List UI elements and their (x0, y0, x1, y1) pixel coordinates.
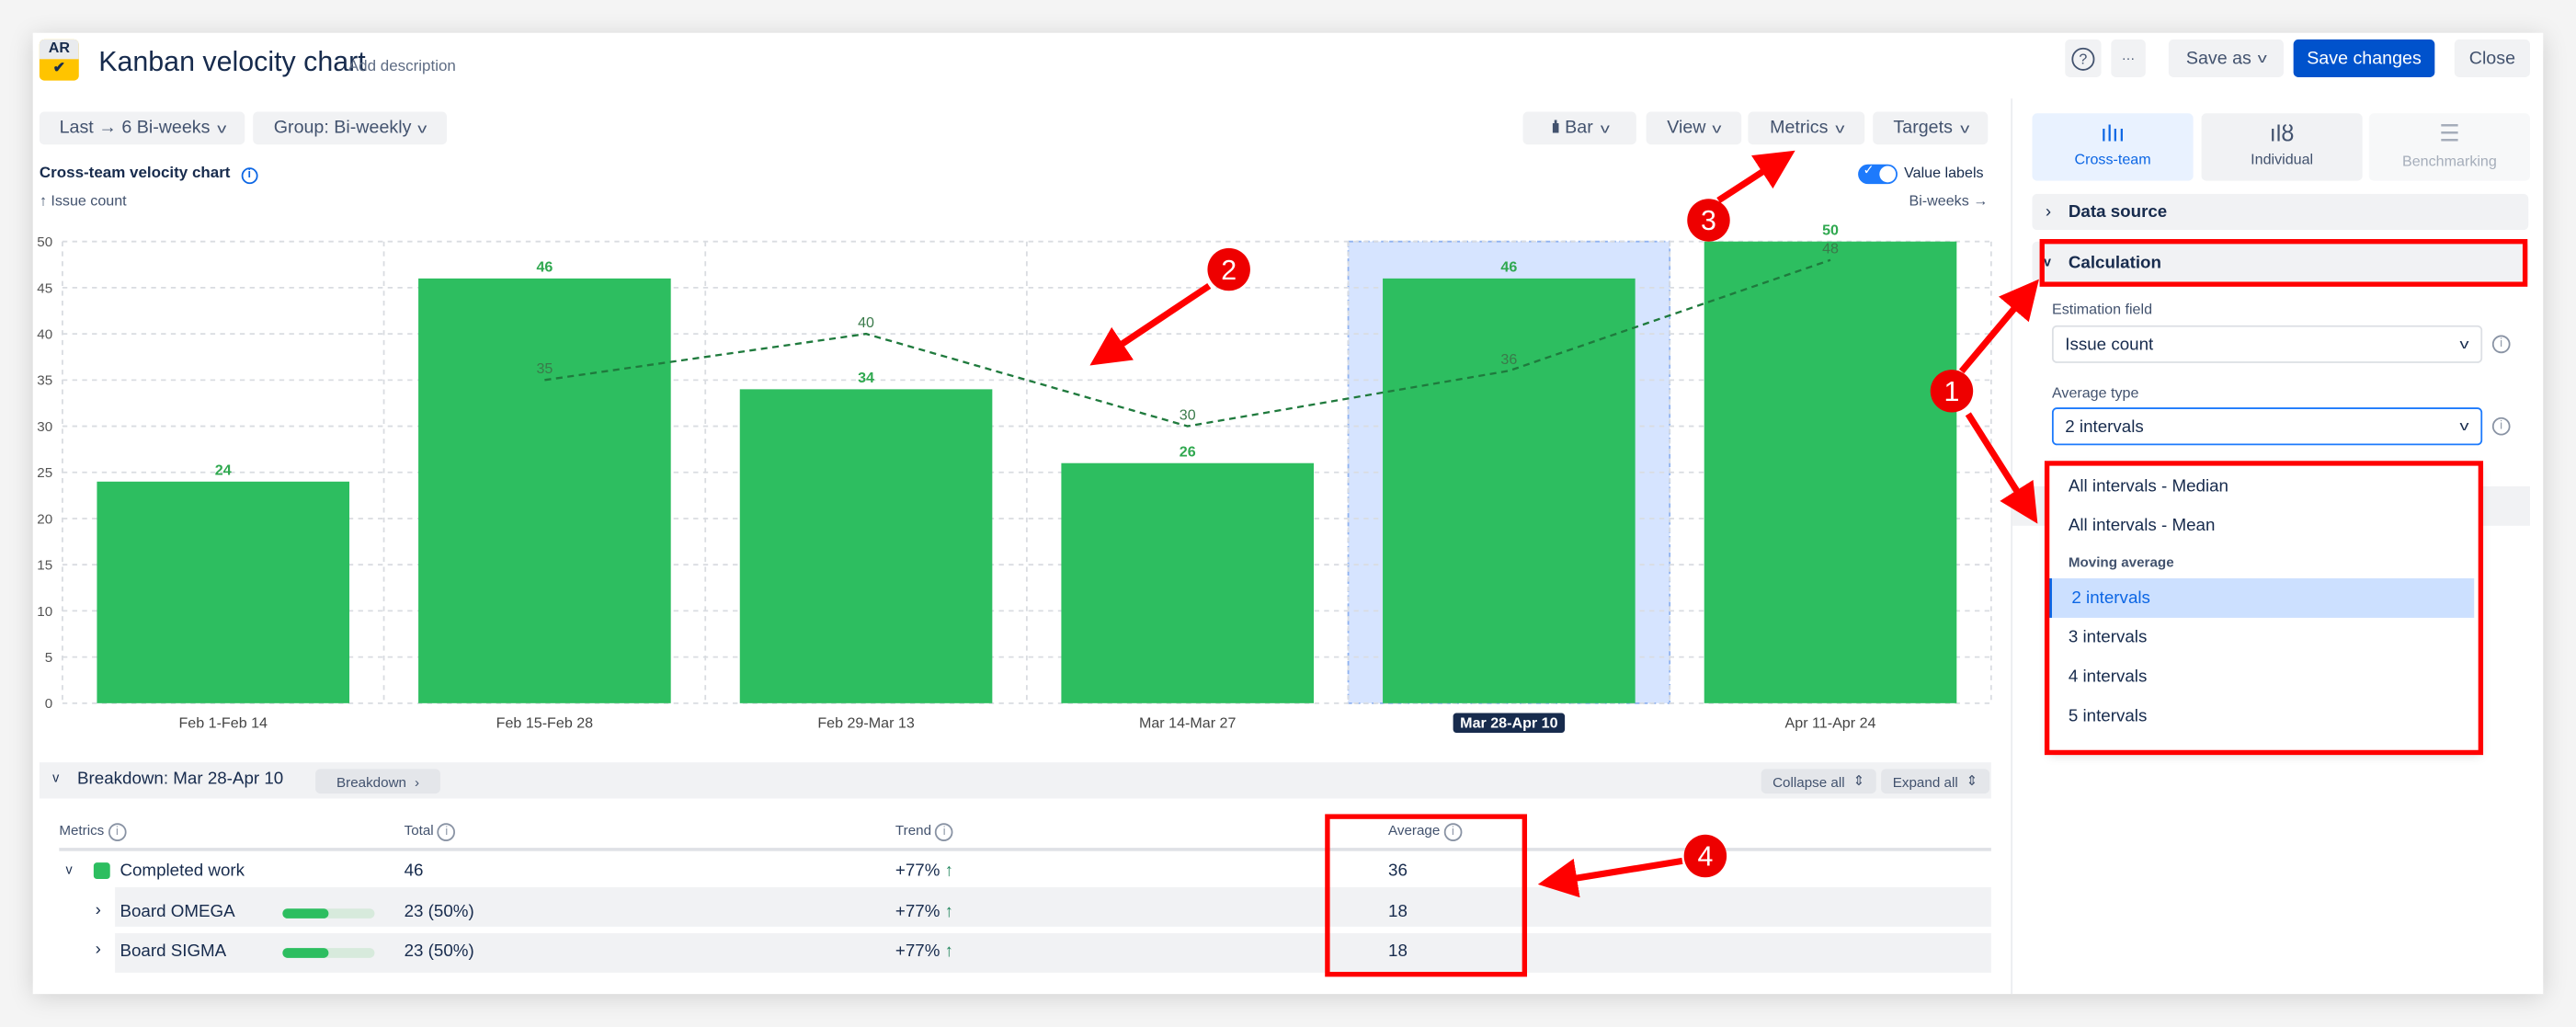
annotation-arrow (1551, 861, 1682, 882)
annotation-overlay: 1 2 3 4 (0, 0, 2576, 1027)
annotation-arrow (1100, 286, 1209, 359)
annotation-number: 2 (1221, 256, 1237, 286)
annotation-arrow (1968, 414, 2031, 512)
average-highlight-box (1328, 816, 1524, 975)
calculation-highlight-box (2042, 242, 2525, 284)
annotation-arrow (1718, 158, 1784, 200)
annotation-number: 4 (1697, 842, 1713, 873)
annotation-arrow (1962, 290, 2031, 371)
dropdown-highlight-box (2047, 463, 2481, 753)
annotation-number: 3 (1701, 206, 1716, 236)
annotation-number: 1 (1944, 377, 1960, 407)
